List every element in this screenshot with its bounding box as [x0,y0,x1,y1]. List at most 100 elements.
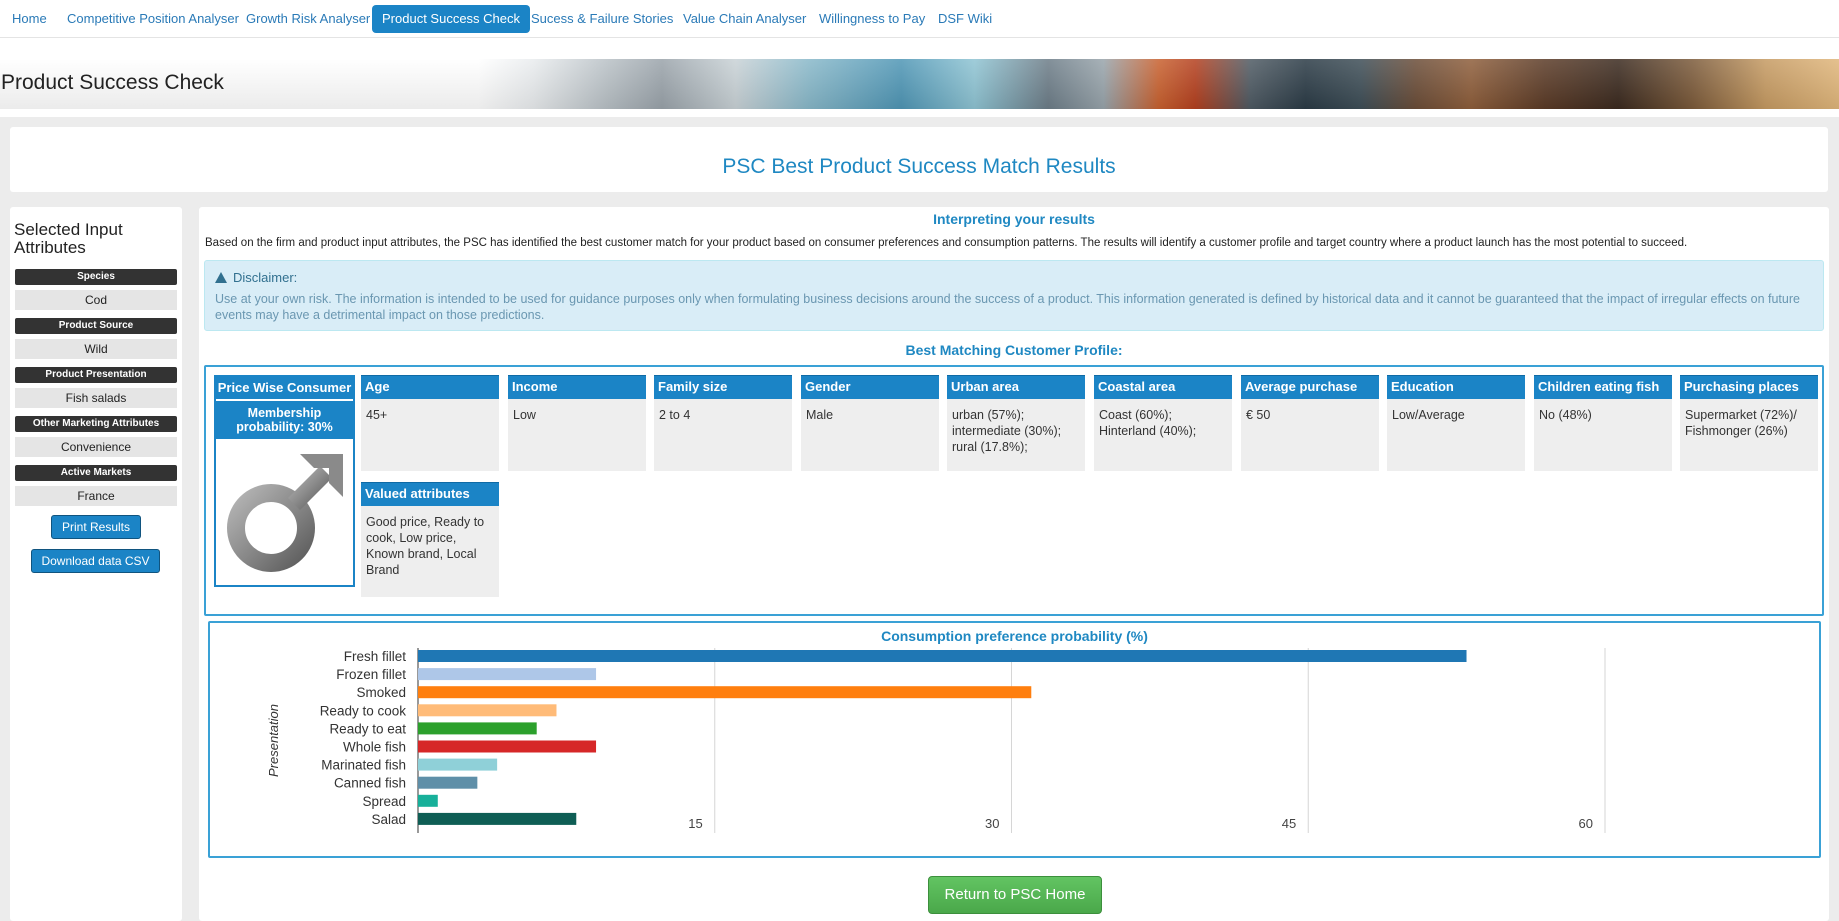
attr-gender-value: Male [801,399,939,471]
attr-age: Age 45+ [361,375,499,471]
consumer-card: Price Wise Consumer Membership probabili… [214,375,355,587]
attr-children-eating-fish-value: No (48%) [1534,399,1672,471]
disclaimer-heading: Disclaimer: [215,270,297,285]
chart-plot: 15 30 45 60 Fresh fillet Frozen fillet Smoked R… [266,648,1606,833]
chart-x-tick-label: 45 [1282,816,1296,831]
warning-icon [215,272,227,283]
attr-age-label: Age [361,375,499,399]
disclaimer-title: Disclaimer: [233,270,298,285]
attr-purchasing-places-value: Supermarket (72%)/ Fishmonger (26%) [1680,399,1818,471]
nav-dsf-wiki[interactable]: DSF Wiki [928,5,1002,33]
results-header: PSC Best Product Success Match Results [10,127,1828,192]
results-title: PSC Best Product Success Match Results [722,155,1116,178]
attr-education-value: Low/Average [1387,399,1525,471]
attr-income-value: Low [508,399,646,471]
disclaimer-alert: Disclaimer: Use at your own risk. The in… [204,260,1824,331]
chart-bar [418,740,597,753]
nav-product-success-check[interactable]: Product Success Check [372,5,531,33]
sidebar-label-species: Species [15,269,177,285]
chart-bar [418,686,1032,699]
attr-coastal-area: Coastal area Coast (60%); Hinterland (40… [1094,375,1232,471]
attr-purchasing-places: Purchasing places Supermarket (72%)/ Fis… [1680,375,1818,471]
attr-gender-label: Gender [801,375,939,399]
nav-growth-risk-analyser[interactable]: Growth Risk Analyser [236,5,380,33]
chart-category-label: Spread [362,794,406,809]
sidebar-value-species: Cod [15,290,177,310]
print-results-button[interactable]: Print Results [51,515,141,539]
page-title: Product Success Check [1,71,224,94]
page-banner: Product Success Check [0,59,1839,109]
chart-bar [418,758,498,771]
attr-children-eating-fish: Children eating fish No (48%) [1534,375,1672,471]
attr-education: Education Low/Average [1387,375,1525,471]
sidebar-label-active-markets: Active Markets [15,465,177,481]
chart-category-label: Canned fish [334,776,406,791]
attr-coastal-area-label: Coastal area [1094,375,1232,399]
chart-x-tick-label: 15 [688,816,702,831]
return-to-psc-home-button[interactable]: Return to PSC Home [928,876,1102,914]
attr-average-purchase-value: € 50 [1241,399,1379,471]
chart-bar [418,722,537,735]
attr-family-size-label: Family size [654,375,792,399]
sidebar-value-active-markets: France [15,486,177,506]
attr-income-label: Income [508,375,646,399]
top-navigation: Home Competitive Position Analyser Growt… [0,0,1839,38]
chart-category-label: Ready to cook [320,703,407,718]
results-content: Interpreting your results Based on the f… [199,207,1829,921]
nav-willingness-to-pay[interactable]: Willingness to Pay [809,5,935,33]
membership-probability: Membership probability: 30% [216,401,353,439]
sidebar-value-product-source: Wild [15,339,177,359]
attr-children-eating-fish-label: Children eating fish [1534,375,1672,399]
sidebar-value-product-presentation: Fish salads [15,388,177,408]
attr-urban-area-label: Urban area [947,375,1085,399]
attr-valued-attributes: Valued attributes Good price, Ready to c… [361,482,499,597]
attr-urban-area-value: urban (57%); intermediate (30%); rural (… [947,399,1085,471]
chart-x-tick-label: 30 [985,816,999,831]
consumer-name: Price Wise Consumer [216,377,353,399]
attr-family-size: Family size 2 to 4 [654,375,792,471]
consumption-preference-chart: Consumption preference probability (%) 1… [208,621,1821,858]
chart-category-label: Salad [371,812,406,827]
chart-bar [418,668,597,681]
chart-category-label: Smoked [356,685,406,700]
attr-average-purchase-label: Average purchase [1241,375,1379,399]
banner-image [0,59,1839,109]
interpreting-title: Interpreting your results [933,211,1095,227]
chart-bar [418,812,577,825]
chart-category-label: Frozen fillet [336,667,406,682]
chart-bar [418,794,438,807]
selected-input-sidebar: Selected Input Attributes Species Cod Pr… [10,207,182,921]
sidebar-title: Selected Input Attributes [14,220,123,257]
disclaimer-text: Use at your own risk. The information is… [215,292,1800,322]
male-symbol-icon [227,454,343,572]
chart-bar [418,650,1467,662]
attr-age-value: 45+ [361,399,499,471]
sidebar-label-other-marketing: Other Marketing Attributes [15,416,177,432]
valued-attributes-value: Good price, Ready to cook, Low price, Kn… [361,506,499,597]
chart-bar [418,704,557,717]
chart-category-label: Ready to eat [329,721,406,736]
nav-competitive-position-analyser[interactable]: Competitive Position Analyser [57,5,249,33]
attr-education-label: Education [1387,375,1525,399]
chart-category-label: Whole fish [343,740,406,755]
attr-coastal-area-value: Coast (60%); Hinterland (40%); [1094,399,1232,471]
sidebar-label-product-source: Product Source [15,318,177,334]
attr-purchasing-places-label: Purchasing places [1680,375,1818,399]
interpreting-text: Based on the firm and product input attr… [205,237,1688,249]
nav-success-failure-stories[interactable]: Sucess & Failure Stories [521,5,683,33]
chart-category-label: Marinated fish [321,758,406,773]
attr-urban-area: Urban area urban (57%); intermediate (30… [947,375,1085,471]
sidebar-label-product-presentation: Product Presentation [15,367,177,383]
attr-income: Income Low [508,375,646,471]
nav-home[interactable]: Home [2,5,57,33]
attr-average-purchase: Average purchase € 50 [1241,375,1379,471]
chart-bar [418,776,478,789]
download-csv-button[interactable]: Download data CSV [31,549,160,573]
attr-gender: Gender Male [801,375,939,471]
customer-profile-box: Price Wise Consumer Membership probabili… [204,365,1824,616]
chart-x-tick-label: 60 [1579,816,1593,831]
chart-category-label: Fresh fillet [344,649,407,664]
valued-attributes-label: Valued attributes [361,482,499,506]
nav-value-chain-analyser[interactable]: Value Chain Analyser [673,5,816,33]
attr-family-size-value: 2 to 4 [654,399,792,471]
